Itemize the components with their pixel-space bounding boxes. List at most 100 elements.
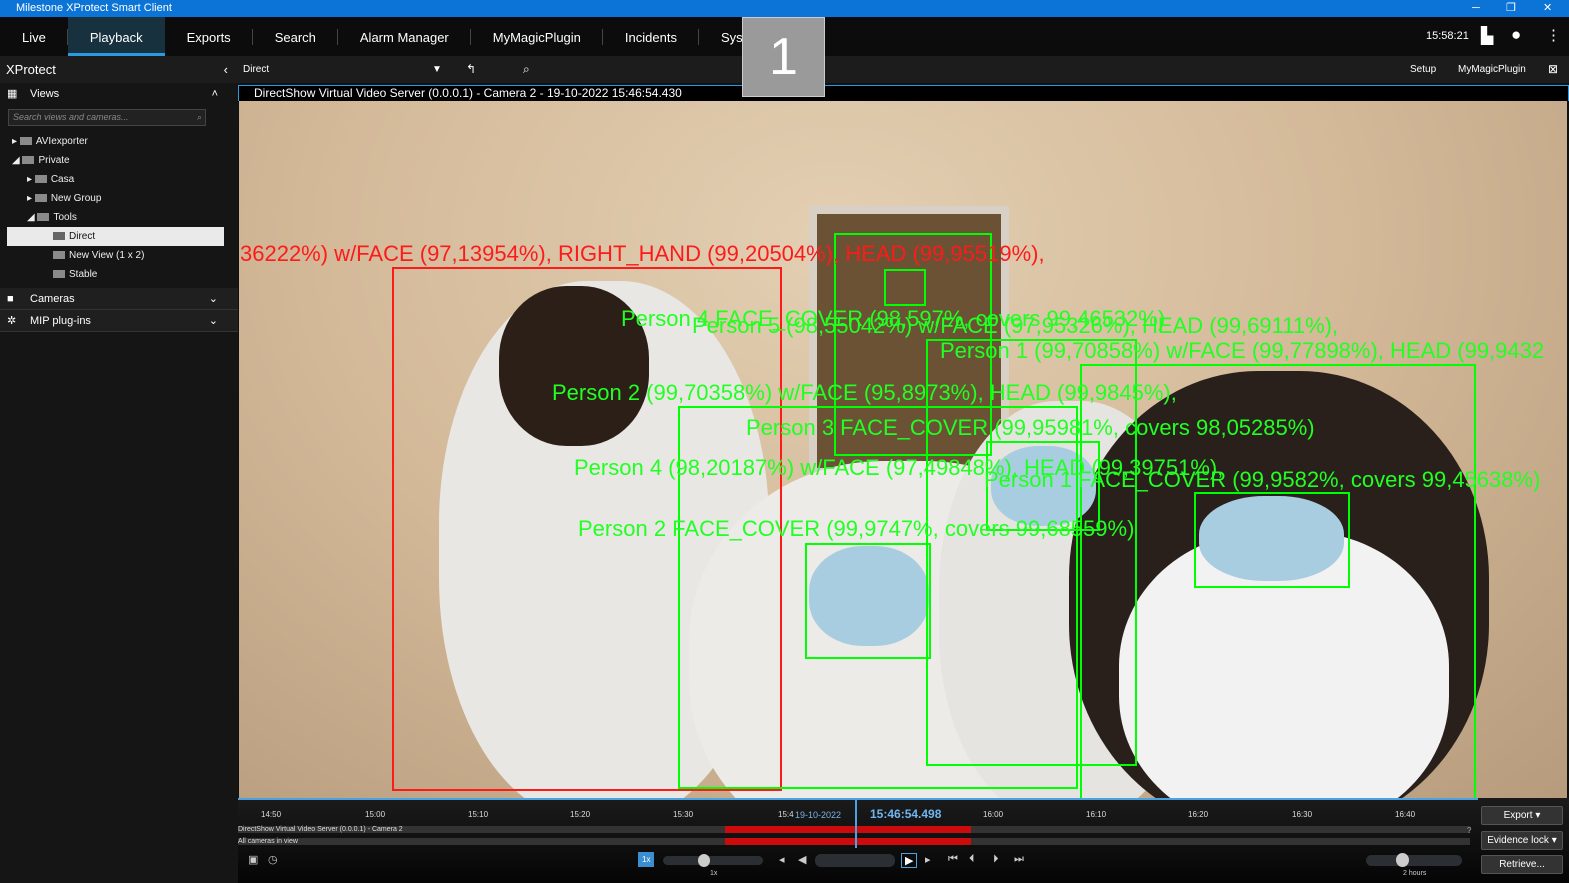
speed-button[interactable]: 1x — [638, 852, 655, 867]
search-views-input[interactable]: Search views and cameras... ⌕ — [8, 109, 206, 126]
button-label: Export — [1503, 810, 1533, 821]
recording-bar — [725, 826, 971, 833]
slider-thumb[interactable] — [1396, 853, 1409, 867]
previous-icon[interactable]: ⏴ — [969, 853, 975, 866]
undo-icon[interactable]: ↰ — [466, 56, 476, 83]
speed-slider[interactable] — [663, 854, 763, 867]
tick-label: 16:20 — [1188, 810, 1209, 819]
tree-label: Private — [38, 155, 70, 166]
next-icon[interactable]: ⏵ — [993, 853, 999, 866]
evidence-lock-button[interactable]: Evidence lock ▾ — [1481, 831, 1563, 850]
folder-icon — [37, 213, 50, 221]
play-reverse-icon[interactable]: ◀ — [798, 853, 806, 866]
tree-label: AVIexporter — [35, 136, 88, 147]
view-icon — [53, 251, 65, 259]
snapshot-icon[interactable]: ▣ — [248, 853, 258, 866]
play-icon[interactable]: ▶ — [901, 853, 918, 868]
sidebar-header: XProtect ‹ — [0, 56, 238, 83]
mip-plugins-section[interactable]: ✲ MIP plug-ins ⌄ — [0, 310, 238, 332]
mip-label: MIP plug-ins — [30, 315, 91, 327]
all-cameras-track[interactable]: All cameras in view — [238, 838, 1470, 845]
chevron-down-icon[interactable]: ▼ — [432, 56, 442, 83]
timespan-slider[interactable] — [1366, 853, 1462, 867]
current-date: 19-10-2022 — [795, 810, 842, 820]
chevron-up-icon[interactable]: ˄ — [212, 83, 218, 105]
search-placeholder: Search views and cameras... — [13, 112, 129, 122]
sidebar: XProtect ‹ ▦ Views ˄ Search views and ca… — [0, 56, 238, 883]
tree-item-tools[interactable]: ◢ Tools — [0, 208, 238, 227]
close-button[interactable]: ✕ — [1543, 0, 1552, 17]
detection-label: Person 2 FACE_COVER (99,9747%, covers 99… — [578, 516, 1135, 541]
timeline[interactable]: 14:50 15:00 15:10 15:20 15:30 15:4 19-10… — [238, 798, 1569, 883]
tick-label: 16:00 — [983, 810, 1004, 819]
user-icon[interactable]: ● — [1511, 25, 1521, 45]
tab-alarm-manager[interactable]: Alarm Manager — [338, 17, 471, 56]
recording-bar — [725, 838, 971, 845]
search-view-icon[interactable]: ⌕ — [523, 56, 530, 83]
view-selector[interactable]: Direct — [243, 56, 269, 83]
fullscreen-icon[interactable]: ⊠ — [1548, 56, 1558, 83]
tab-search[interactable]: Search — [253, 17, 339, 56]
folder-icon — [34, 194, 47, 202]
tree-label: Stable — [69, 269, 98, 280]
help-icon[interactable]: ? — [1467, 826, 1471, 835]
tab-live[interactable]: Live — [0, 17, 68, 56]
clock-icon[interactable]: ◷ — [268, 853, 278, 866]
tick-label: 14:50 — [261, 810, 282, 819]
sidebar-title: XProtect — [6, 62, 56, 77]
detection-box — [884, 269, 926, 306]
retrieve-button[interactable]: Retrieve... — [1481, 855, 1563, 874]
timeline-top-line — [238, 798, 1478, 800]
detection-label: Person 1 FACE_COVER (99,9582%, covers 99… — [984, 467, 1541, 492]
tab-exports[interactable]: Exports — [165, 17, 253, 56]
clock: 15:58:21 — [1426, 30, 1469, 42]
minimize-button[interactable]: ─ — [1472, 0, 1480, 17]
search-icon[interactable]: ⌕ — [197, 110, 202, 125]
detection-box — [1194, 492, 1350, 588]
title-bar: Milestone XProtect Smart Client ─ ❐ ✕ — [0, 0, 1569, 17]
first-icon[interactable]: ⏮ — [948, 853, 958, 866]
tree-item-private[interactable]: ◢ Private — [0, 151, 238, 170]
camera-title: DirectShow Virtual Video Server (0.0.0.1… — [254, 86, 682, 100]
tab-incidents[interactable]: Incidents — [603, 17, 700, 56]
slider-thumb[interactable] — [698, 854, 710, 867]
camera-track[interactable]: DirectShow Virtual Video Server (0.0.0.1… — [238, 826, 1470, 833]
collapse-sidebar-icon[interactable]: ‹ — [224, 56, 228, 83]
video-feed[interactable]: 36222%) w/FACE (97,13954%), RIGHT_HAND (… — [239, 101, 1567, 798]
tree-item-aviexporter[interactable]: ▸ AVIexporter — [0, 132, 238, 151]
export-button[interactable]: Export ▾ — [1481, 806, 1563, 825]
views-label: Views — [30, 88, 60, 100]
last-icon[interactable]: ⏭ — [1014, 853, 1024, 866]
tab-playback[interactable]: Playback — [67, 17, 165, 56]
more-menu-icon[interactable]: ⋮ — [1546, 26, 1561, 44]
step-forward-icon[interactable]: ▸ — [925, 853, 931, 866]
tick-label: 16:10 — [1086, 810, 1107, 819]
view-toolbar: Direct ▼ ↰ ⌕ Setup MyMagicPlugin ⊠ — [238, 56, 1569, 83]
speed-label: 1x — [710, 870, 718, 877]
tree-label: Tools — [53, 212, 77, 223]
tab-mymagicplugin[interactable]: MyMagicPlugin — [471, 17, 604, 56]
detection-label: Person 2 (99,70358%) w/FACE (95,8973%), … — [552, 380, 1177, 405]
tree-item-stable[interactable]: Stable — [0, 265, 238, 284]
chevron-down-icon[interactable]: ⌄ — [209, 310, 218, 332]
status-icon[interactable]: ▙ — [1481, 26, 1493, 46]
mymagicplugin-button[interactable]: MyMagicPlugin — [1458, 56, 1526, 83]
current-time: 15:46:54.498 — [870, 807, 942, 821]
tree-item-direct[interactable]: Direct — [7, 227, 224, 246]
chevron-down-icon[interactable]: ⌄ — [209, 288, 218, 310]
tree-label: New View (1 x 2) — [69, 250, 145, 261]
restore-button[interactable]: ❐ — [1506, 0, 1516, 17]
tree-item-new-view[interactable]: New View (1 x 2) — [0, 246, 238, 265]
detection-box — [805, 543, 931, 659]
tree-item-casa[interactable]: ▸ Casa — [0, 170, 238, 189]
views-section[interactable]: ▦ Views ˄ — [0, 83, 238, 105]
setup-button[interactable]: Setup — [1410, 56, 1436, 83]
jog-slider[interactable] — [815, 854, 895, 867]
camera-title-bar: DirectShow Virtual Video Server (0.0.0.1… — [238, 85, 1569, 101]
step-back-icon[interactable]: ◂ — [779, 853, 785, 866]
cameras-label: Cameras — [30, 293, 75, 305]
playhead[interactable] — [855, 800, 857, 848]
tree-item-new-group[interactable]: ▸ New Group — [0, 189, 238, 208]
cameras-section[interactable]: ■ Cameras ⌄ — [0, 288, 238, 310]
window-title: Milestone XProtect Smart Client — [16, 2, 172, 14]
